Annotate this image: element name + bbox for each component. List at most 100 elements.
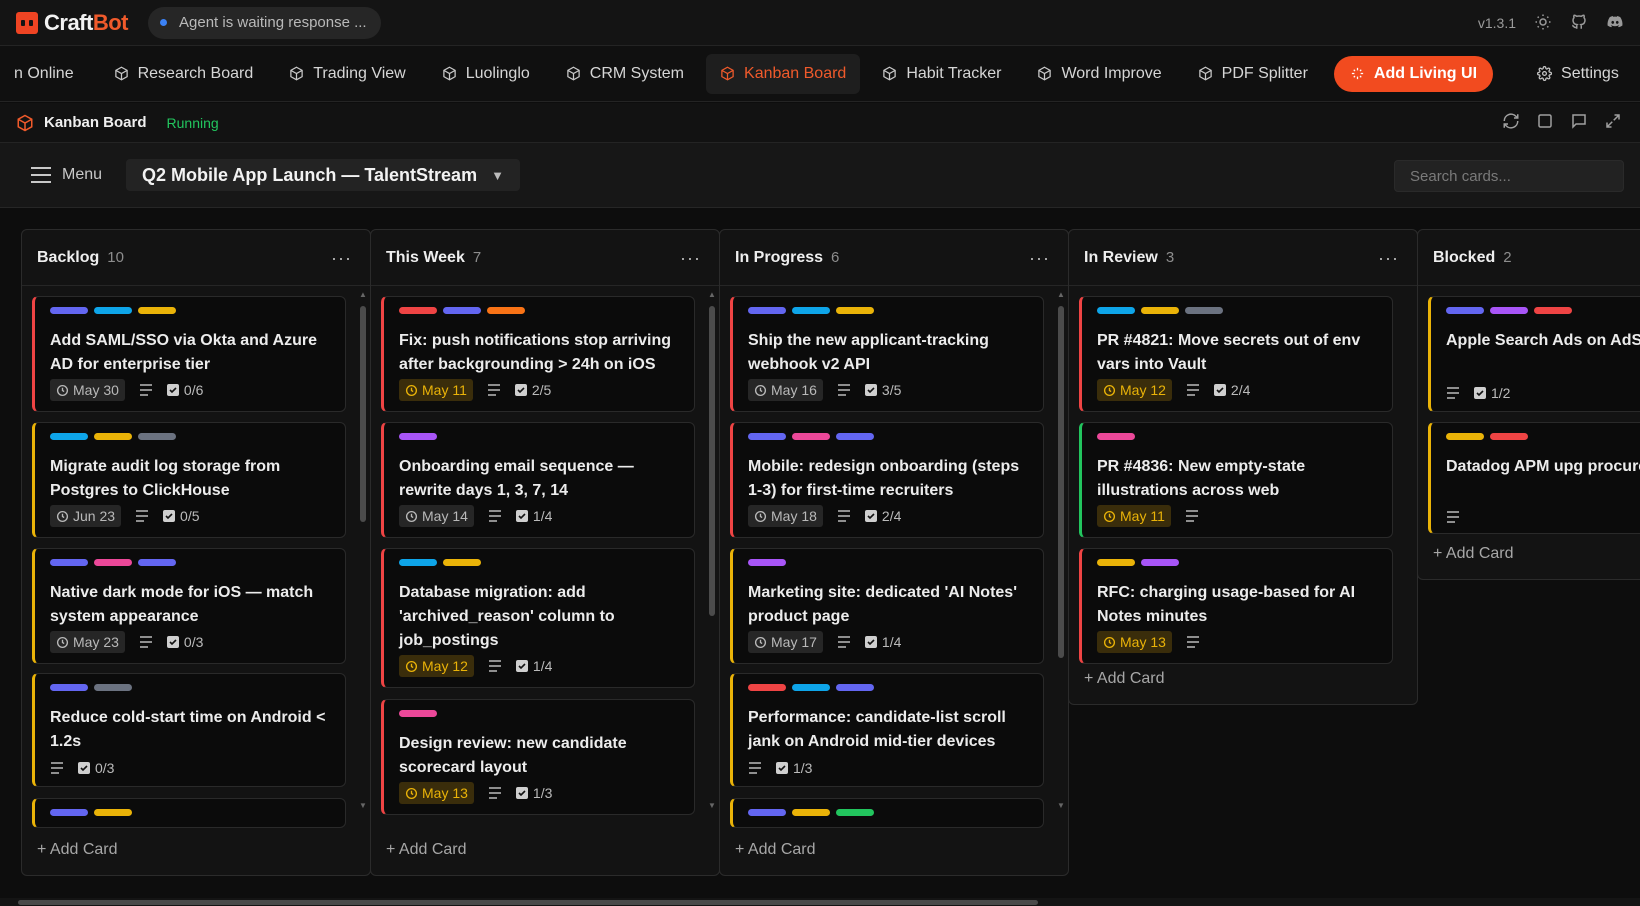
- label-tag: [748, 307, 786, 314]
- card-list: Ship the new applicant-tracking webhook …: [730, 296, 1060, 856]
- label-tag: [94, 559, 132, 566]
- checklist-progress: 1/4: [515, 658, 552, 674]
- card-title: Database migration: add 'archived_reason…: [399, 584, 615, 649]
- tab-luolinglo[interactable]: Luolinglo: [428, 54, 544, 94]
- search-cards-input[interactable]: [1394, 160, 1624, 192]
- checklist-count: 2/5: [531, 382, 552, 398]
- task-card[interactable]: PR #4836: New empty-state illustrations …: [1079, 422, 1393, 538]
- board-selector[interactable]: Q2 Mobile App Launch — TalentStream ▼: [126, 159, 520, 191]
- card-meta: 1/3: [748, 760, 812, 776]
- add-card-button[interactable]: + Add Card: [386, 841, 467, 859]
- add-card-button[interactable]: + Add Card: [735, 841, 816, 859]
- chat-icon[interactable]: [1570, 112, 1588, 135]
- task-card[interactable]: [730, 798, 1044, 828]
- task-card[interactable]: Marketing site: dedicated 'AI Notes' pro…: [730, 548, 1044, 664]
- tab-habit-tracker[interactable]: Habit Tracker: [868, 54, 1015, 94]
- app-header: Kanban Board Running: [0, 103, 1640, 143]
- settings-button[interactable]: Settings: [1523, 54, 1633, 94]
- cube-icon: [567, 66, 580, 81]
- checkbox-icon: [1213, 384, 1226, 396]
- tab-label: Word Improve: [1061, 64, 1162, 82]
- scroll-down-arrow-icon[interactable]: ▼: [359, 801, 367, 810]
- more-options-icon[interactable]: ···: [331, 248, 352, 269]
- window-square-icon[interactable]: [1536, 112, 1554, 135]
- discord-icon[interactable]: [1606, 13, 1624, 34]
- task-card[interactable]: Onboarding email sequence — rewrite days…: [381, 422, 695, 538]
- add-card-button[interactable]: + Add Card: [37, 841, 118, 859]
- checklist-count: 2/4: [1230, 382, 1251, 398]
- column-in-review: In Review 3 ··· PR #4821: Move secrets out …: [1068, 229, 1418, 705]
- tab-label: n Online: [14, 64, 74, 82]
- description-icon: [50, 762, 64, 774]
- menu-button[interactable]: Menu: [30, 166, 102, 184]
- tab-research-board[interactable]: Research Board: [100, 54, 268, 94]
- task-card[interactable]: Ship the new applicant-tracking webhook …: [730, 296, 1044, 412]
- add-card-button[interactable]: + Add Card: [1084, 670, 1165, 688]
- scrollbar-thumb[interactable]: [18, 900, 1038, 905]
- task-card[interactable]: RFC: charging usage-based for AI Notes m…: [1079, 548, 1393, 664]
- task-card[interactable]: Performance: candidate-list scroll jank …: [730, 673, 1044, 787]
- description-icon: [139, 384, 153, 396]
- scroll-down-arrow-icon[interactable]: ▼: [708, 801, 716, 810]
- more-options-icon[interactable]: ···: [1378, 248, 1399, 269]
- label-tags: [1446, 307, 1640, 315]
- column-scrollbar[interactable]: ▲ ▼: [359, 290, 367, 810]
- tab-trading-view[interactable]: Trading View: [275, 54, 420, 94]
- checklist-count: 0/5: [180, 508, 200, 524]
- refresh-icon[interactable]: [1502, 112, 1520, 135]
- label-tag: [1534, 307, 1572, 314]
- clock-icon: [405, 384, 418, 396]
- cube-icon: [1198, 66, 1212, 81]
- top-right-actions: v1.3.1: [1478, 0, 1624, 46]
- task-card[interactable]: Apple Search Ads on AdServices fra 1/2: [1428, 296, 1640, 412]
- horizontal-scrollbar[interactable]: [0, 898, 1640, 906]
- tab-label: Trading View: [313, 64, 406, 82]
- description-icon: [1446, 387, 1460, 399]
- due-date-badge: May 18: [748, 505, 823, 527]
- scrollbar-thumb[interactable]: [360, 306, 366, 522]
- task-card[interactable]: Design review: new candidate scorecard l…: [381, 699, 695, 815]
- card-meta: 1/2: [1446, 385, 1510, 401]
- scrollbar-thumb[interactable]: [709, 306, 715, 616]
- add-living-ui-button[interactable]: Add Living UI: [1333, 55, 1494, 92]
- scroll-up-arrow-icon[interactable]: ▲: [359, 290, 367, 299]
- task-card[interactable]: Native dark mode for iOS — match system …: [32, 548, 346, 664]
- more-options-icon[interactable]: ···: [680, 248, 701, 269]
- scroll-up-arrow-icon[interactable]: ▲: [1057, 290, 1065, 299]
- expand-icon[interactable]: [1604, 112, 1622, 135]
- task-card[interactable]: Mobile: redesign onboarding (steps 1-3) …: [730, 422, 1044, 538]
- scroll-down-arrow-icon[interactable]: ▼: [1057, 801, 1065, 810]
- app-status: Running: [166, 114, 219, 131]
- checklist-progress: 0/5: [163, 508, 200, 524]
- column-title: Backlog: [37, 248, 100, 266]
- label-tag: [1097, 433, 1135, 440]
- task-card[interactable]: Fix: push notifications stop arriving af…: [381, 296, 695, 412]
- theme-toggle-sun-icon[interactable]: [1534, 13, 1552, 34]
- task-card[interactable]: Migrate audit log storage from Postgres …: [32, 422, 346, 538]
- github-icon[interactable]: [1570, 13, 1588, 34]
- due-date: May 14: [422, 508, 468, 524]
- scrollbar-thumb[interactable]: [1058, 306, 1064, 658]
- task-card[interactable]: Add SAML/SSO via Okta and Azure AD for e…: [32, 296, 346, 412]
- version-label: v1.3.1: [1477, 15, 1516, 31]
- tab-pdf-splitter[interactable]: PDF Splitter: [1184, 54, 1322, 94]
- checklist-count: 3/5: [881, 382, 902, 398]
- tab-kanban-board[interactable]: Kanban Board: [706, 53, 861, 94]
- task-card[interactable]: [32, 798, 346, 828]
- task-card[interactable]: Datadog APM upg procurement: [1428, 422, 1640, 534]
- column-scrollbar[interactable]: ▲ ▼: [1057, 290, 1065, 810]
- checkbox-icon: [514, 384, 527, 396]
- task-card[interactable]: PR #4821: Move secrets out of env vars i…: [1079, 296, 1393, 412]
- tab-online[interactable]: n Online: [0, 54, 88, 94]
- tab-crm-system[interactable]: CRM System: [552, 54, 698, 94]
- app-logo[interactable]: CraftBot: [16, 10, 129, 36]
- label-tag: [94, 433, 132, 440]
- cube-icon: [721, 66, 734, 81]
- add-card-button[interactable]: + Add Card: [1433, 545, 1514, 563]
- scroll-up-arrow-icon[interactable]: ▲: [708, 290, 716, 299]
- more-options-icon[interactable]: ···: [1029, 248, 1050, 269]
- tab-word-improve[interactable]: Word Improve: [1023, 54, 1175, 94]
- column-scrollbar[interactable]: ▲ ▼: [708, 290, 716, 810]
- task-card[interactable]: Reduce cold-start time on Android < 1.2s…: [32, 673, 346, 787]
- task-card[interactable]: Database migration: add 'archived_reason…: [381, 548, 695, 688]
